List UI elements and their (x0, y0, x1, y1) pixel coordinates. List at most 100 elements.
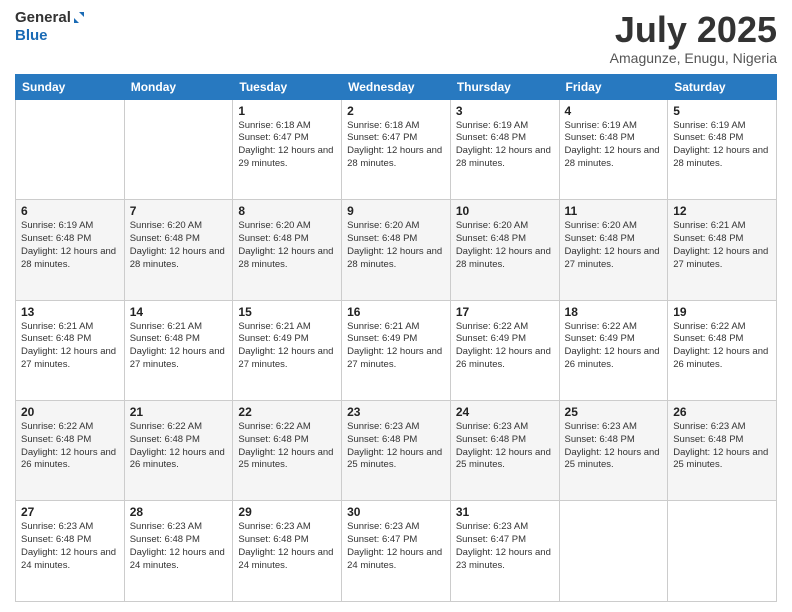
calendar-cell: 24Sunrise: 6:23 AM Sunset: 6:48 PM Dayli… (450, 401, 559, 501)
calendar-week-0: 1 Sunrise: 6:18 AM Sunset: 6:47 PM Daylig… (16, 99, 777, 199)
logo: General Blue (15, 10, 84, 44)
col-wednesday: Wednesday (342, 74, 451, 99)
calendar-cell: 5 Sunrise: 6:19 AM Sunset: 6:48 PM Daylig… (668, 99, 777, 199)
day-number: 26 (673, 405, 771, 419)
calendar-cell: 4 Sunrise: 6:19 AM Sunset: 6:48 PM Daylig… (559, 99, 668, 199)
col-monday: Monday (124, 74, 233, 99)
day-number: 17 (456, 305, 554, 319)
day-info: Sunrise: 6:21 AM Sunset: 6:48 PM Dayligh… (21, 321, 119, 372)
day-info: Sunrise: 6:22 AM Sunset: 6:48 PM Dayligh… (21, 421, 119, 472)
title-month: July 2025 (610, 10, 777, 50)
calendar-week-3: 20 Sunrise: 6:22 AM Sunset: 6:48 PM Dayli… (16, 401, 777, 501)
header: General Blue July 2025 Amagunze, Enugu, … (15, 10, 777, 66)
calendar-week-1: 6Sunrise: 6:19 AM Sunset: 6:48 PM Daylig… (16, 200, 777, 300)
calendar-cell: 17 Sunrise: 6:22 AM Sunset: 6:49 PM Dayli… (450, 300, 559, 400)
day-number: 28 (130, 505, 228, 519)
day-info: Sunrise: 6:23 AM Sunset: 6:47 PM Dayligh… (347, 521, 445, 572)
day-info: Sunrise: 6:23 AM Sunset: 6:48 PM Dayligh… (673, 421, 771, 472)
calendar-cell: 29Sunrise: 6:23 AM Sunset: 6:48 PM Dayli… (233, 501, 342, 602)
col-sunday: Sunday (16, 74, 125, 99)
day-info: Sunrise: 6:22 AM Sunset: 6:48 PM Dayligh… (130, 421, 228, 472)
day-info: Sunrise: 6:19 AM Sunset: 6:48 PM Dayligh… (673, 120, 771, 171)
calendar-cell: 7 Sunrise: 6:20 AM Sunset: 6:48 PM Daylig… (124, 200, 233, 300)
col-friday: Friday (559, 74, 668, 99)
day-number: 18 (565, 305, 663, 319)
day-number: 3 (456, 104, 554, 118)
day-number: 1 (238, 104, 336, 118)
day-number: 23 (347, 405, 445, 419)
title-location: Amagunze, Enugu, Nigeria (610, 50, 777, 66)
calendar-cell: 12 Sunrise: 6:21 AM Sunset: 6:48 PM Dayli… (668, 200, 777, 300)
calendar-cell: 16 Sunrise: 6:21 AM Sunset: 6:49 PM Dayli… (342, 300, 451, 400)
day-number: 29 (238, 505, 336, 519)
calendar-cell: 27 Sunrise: 6:23 AM Sunset: 6:48 PM Dayli… (16, 501, 125, 602)
day-number: 4 (565, 104, 663, 118)
calendar-cell: 19Sunrise: 6:22 AM Sunset: 6:48 PM Dayli… (668, 300, 777, 400)
calendar-week-2: 13 Sunrise: 6:21 AM Sunset: 6:48 PM Dayli… (16, 300, 777, 400)
day-number: 12 (673, 204, 771, 218)
day-info: Sunrise: 6:21 AM Sunset: 6:48 PM Dayligh… (673, 220, 771, 271)
calendar-cell: 15Sunrise: 6:21 AM Sunset: 6:49 PM Dayli… (233, 300, 342, 400)
calendar-cell: 9 Sunrise: 6:20 AM Sunset: 6:48 PM Daylig… (342, 200, 451, 300)
day-info: Sunrise: 6:23 AM Sunset: 6:48 PM Dayligh… (130, 521, 228, 572)
calendar-cell: 10Sunrise: 6:20 AM Sunset: 6:48 PM Dayli… (450, 200, 559, 300)
calendar-cell: 23 Sunrise: 6:23 AM Sunset: 6:48 PM Dayli… (342, 401, 451, 501)
calendar-cell: 11Sunrise: 6:20 AM Sunset: 6:48 PM Dayli… (559, 200, 668, 300)
day-number: 8 (238, 204, 336, 218)
calendar-cell: 26 Sunrise: 6:23 AM Sunset: 6:48 PM Dayli… (668, 401, 777, 501)
day-info: Sunrise: 6:19 AM Sunset: 6:48 PM Dayligh… (565, 120, 663, 171)
calendar-header-row: Sunday Monday Tuesday Wednesday Thursday… (16, 74, 777, 99)
calendar-cell: 8 Sunrise: 6:20 AM Sunset: 6:48 PM Daylig… (233, 200, 342, 300)
day-info: Sunrise: 6:18 AM Sunset: 6:47 PM Dayligh… (238, 120, 336, 171)
calendar-cell: 21Sunrise: 6:22 AM Sunset: 6:48 PM Dayli… (124, 401, 233, 501)
day-info: Sunrise: 6:20 AM Sunset: 6:48 PM Dayligh… (238, 220, 336, 271)
day-number: 27 (21, 505, 119, 519)
day-number: 24 (456, 405, 554, 419)
day-info: Sunrise: 6:23 AM Sunset: 6:48 PM Dayligh… (347, 421, 445, 472)
calendar-cell: 6Sunrise: 6:19 AM Sunset: 6:48 PM Daylig… (16, 200, 125, 300)
day-number: 14 (130, 305, 228, 319)
calendar-cell (559, 501, 668, 602)
calendar-cell: 30 Sunrise: 6:23 AM Sunset: 6:47 PM Dayli… (342, 501, 451, 602)
day-number: 25 (565, 405, 663, 419)
day-info: Sunrise: 6:20 AM Sunset: 6:48 PM Dayligh… (130, 220, 228, 271)
page: General Blue July 2025 Amagunze, Enugu, … (0, 0, 792, 612)
day-number: 15 (238, 305, 336, 319)
calendar-cell: 28 Sunrise: 6:23 AM Sunset: 6:48 PM Dayli… (124, 501, 233, 602)
day-info: Sunrise: 6:21 AM Sunset: 6:48 PM Dayligh… (130, 321, 228, 372)
calendar-cell: 25 Sunrise: 6:23 AM Sunset: 6:48 PM Dayli… (559, 401, 668, 501)
day-info: Sunrise: 6:22 AM Sunset: 6:49 PM Dayligh… (565, 321, 663, 372)
day-number: 7 (130, 204, 228, 218)
day-info: Sunrise: 6:22 AM Sunset: 6:48 PM Dayligh… (673, 321, 771, 372)
calendar-cell: 18 Sunrise: 6:22 AM Sunset: 6:49 PM Dayli… (559, 300, 668, 400)
day-info: Sunrise: 6:19 AM Sunset: 6:48 PM Dayligh… (456, 120, 554, 171)
day-info: Sunrise: 6:22 AM Sunset: 6:49 PM Dayligh… (456, 321, 554, 372)
day-number: 20 (21, 405, 119, 419)
day-info: Sunrise: 6:19 AM Sunset: 6:48 PM Dayligh… (21, 220, 119, 271)
day-info: Sunrise: 6:22 AM Sunset: 6:48 PM Dayligh… (238, 421, 336, 472)
calendar-week-4: 27 Sunrise: 6:23 AM Sunset: 6:48 PM Dayli… (16, 501, 777, 602)
col-tuesday: Tuesday (233, 74, 342, 99)
day-number: 5 (673, 104, 771, 118)
day-info: Sunrise: 6:23 AM Sunset: 6:47 PM Dayligh… (456, 521, 554, 572)
calendar-cell: 1 Sunrise: 6:18 AM Sunset: 6:47 PM Daylig… (233, 99, 342, 199)
calendar-cell (668, 501, 777, 602)
calendar-cell: 20 Sunrise: 6:22 AM Sunset: 6:48 PM Dayli… (16, 401, 125, 501)
day-number: 13 (21, 305, 119, 319)
day-number: 31 (456, 505, 554, 519)
day-info: Sunrise: 6:23 AM Sunset: 6:48 PM Dayligh… (21, 521, 119, 572)
day-info: Sunrise: 6:18 AM Sunset: 6:47 PM Dayligh… (347, 120, 445, 171)
day-number: 30 (347, 505, 445, 519)
calendar-cell: 13 Sunrise: 6:21 AM Sunset: 6:48 PM Dayli… (16, 300, 125, 400)
calendar-cell: 14 Sunrise: 6:21 AM Sunset: 6:48 PM Dayli… (124, 300, 233, 400)
day-number: 16 (347, 305, 445, 319)
logo-text-general: General (15, 10, 71, 27)
day-number: 9 (347, 204, 445, 218)
day-info: Sunrise: 6:21 AM Sunset: 6:49 PM Dayligh… (347, 321, 445, 372)
day-info: Sunrise: 6:23 AM Sunset: 6:48 PM Dayligh… (565, 421, 663, 472)
day-info: Sunrise: 6:20 AM Sunset: 6:48 PM Dayligh… (347, 220, 445, 271)
day-number: 10 (456, 204, 554, 218)
calendar-cell: 22 Sunrise: 6:22 AM Sunset: 6:48 PM Dayli… (233, 401, 342, 501)
day-number: 22 (238, 405, 336, 419)
calendar-cell: 2Sunrise: 6:18 AM Sunset: 6:47 PM Daylig… (342, 99, 451, 199)
